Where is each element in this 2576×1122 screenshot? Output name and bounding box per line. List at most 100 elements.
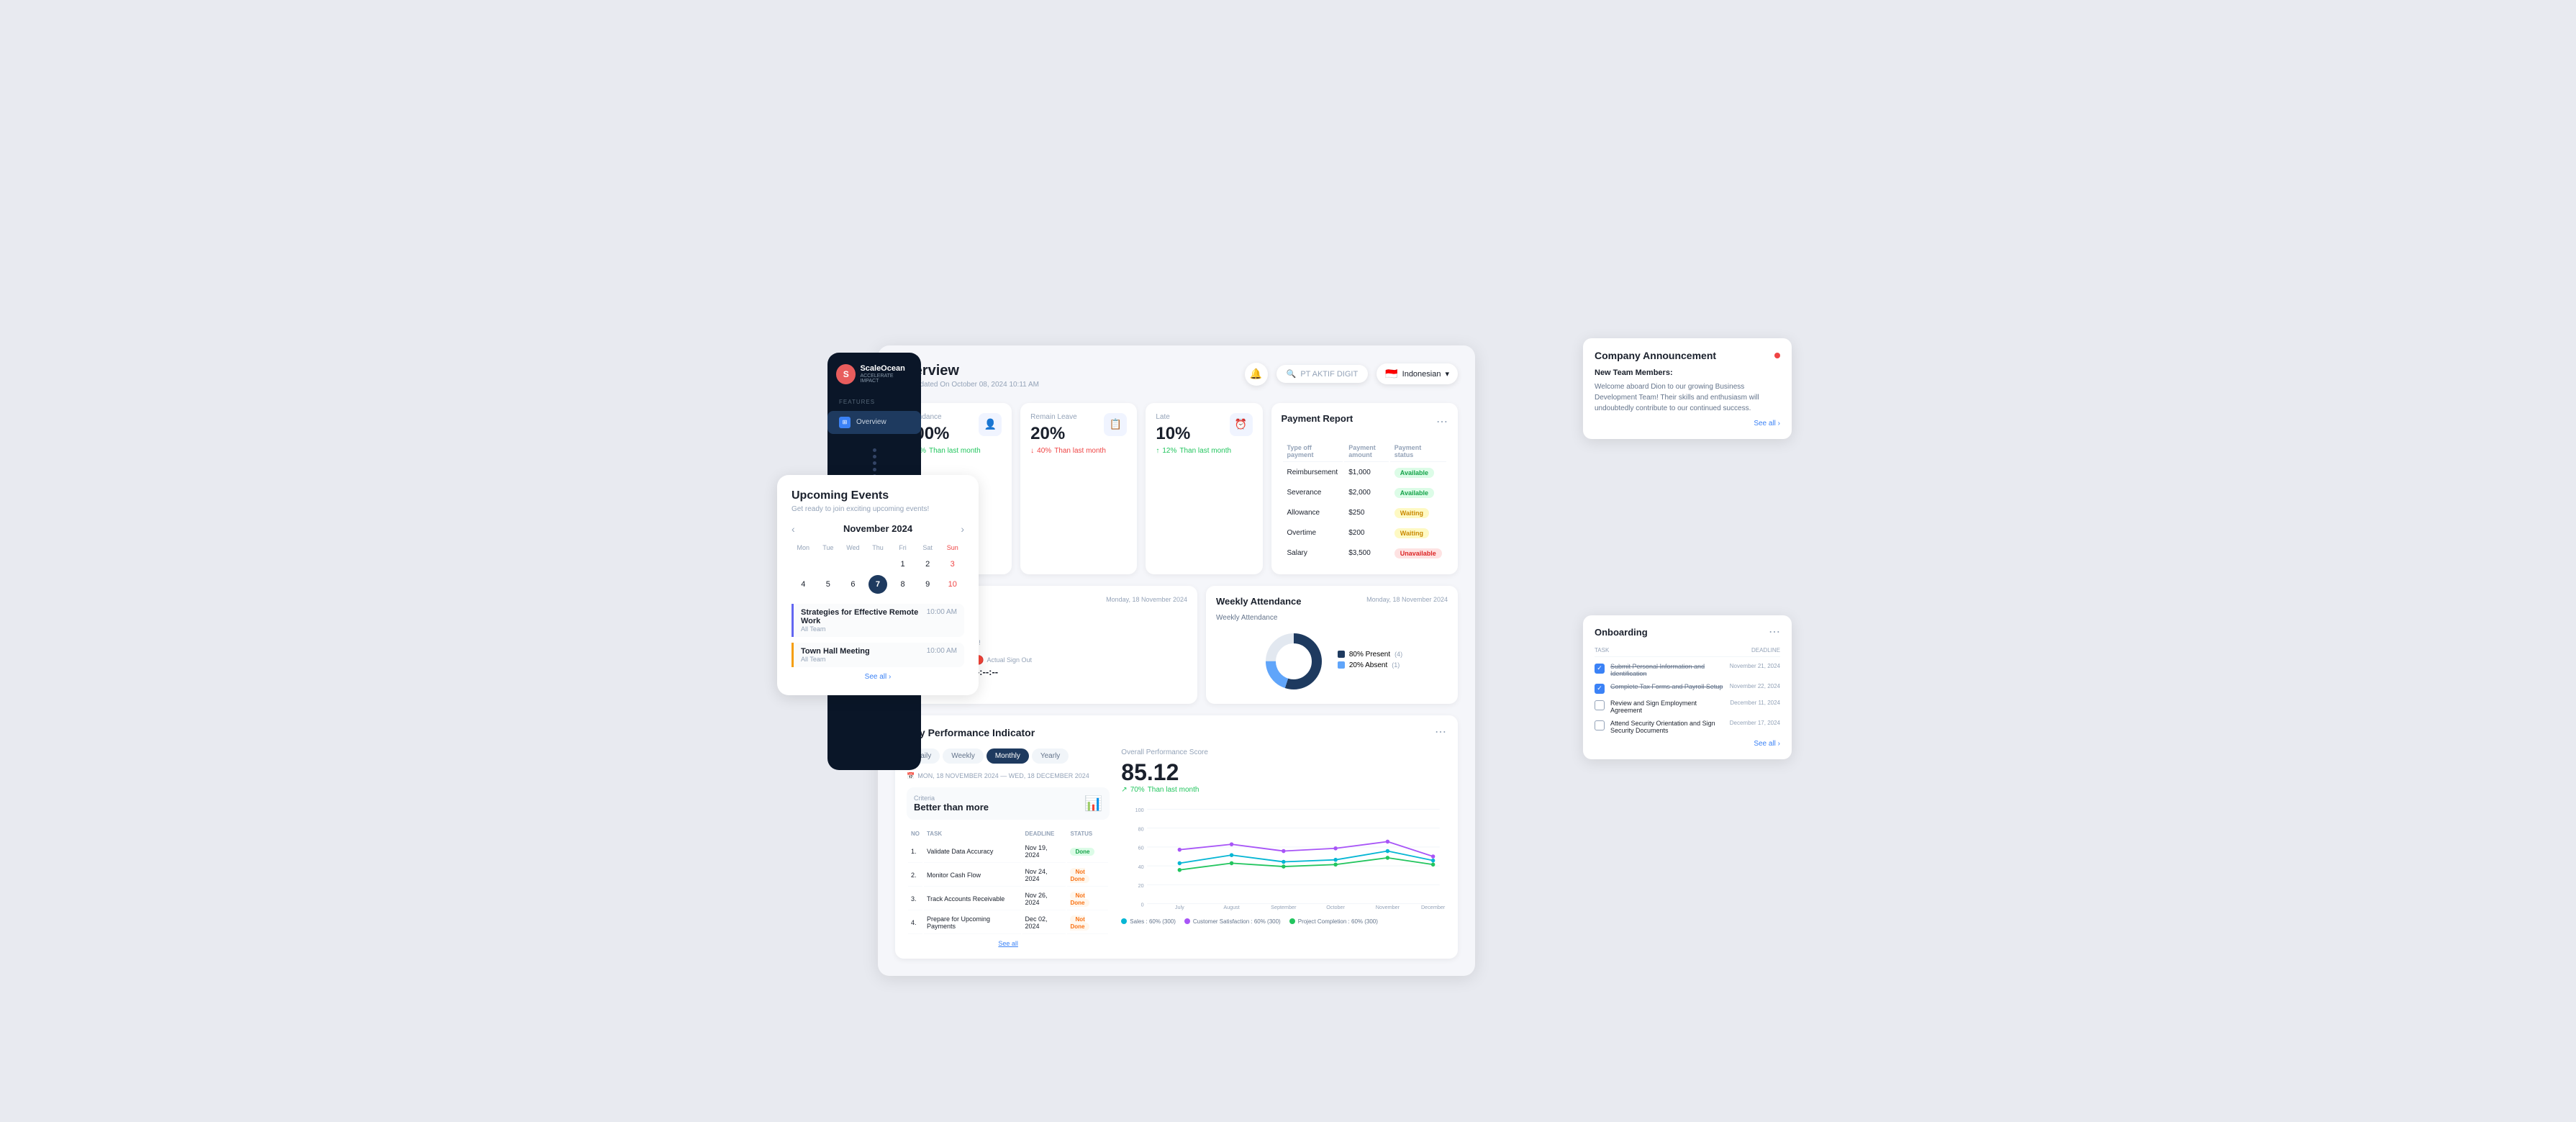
criteria-label: Criteria	[914, 795, 989, 802]
score-change: ↗ 70% Than last month	[1121, 786, 1446, 794]
tab-weekly[interactable]: Weekly	[943, 748, 984, 764]
payment-type: Allowance	[1283, 504, 1343, 522]
cal-day-1[interactable]: 1	[894, 555, 912, 574]
kpi-status: Not Done	[1067, 912, 1108, 934]
sidebar-dot-2	[873, 455, 876, 458]
onb-checkbox[interactable]: ✓	[1595, 684, 1605, 694]
late-value: 10%	[1156, 424, 1190, 444]
cal-day-3[interactable]: 3	[943, 555, 962, 574]
onb-checkbox[interactable]: ✓	[1595, 664, 1605, 674]
cal-day-7-today[interactable]: 7	[869, 575, 887, 594]
svg-text:August: August	[1224, 903, 1240, 910]
kpi-tasks-section: Daily Weekly Monthly Yearly 📅 MON, 18 NO…	[907, 748, 1110, 947]
weekly-attendance-card: Weekly Attendance Monday, 18 November 20…	[1206, 586, 1458, 704]
upcoming-title: Upcoming Events	[792, 489, 964, 502]
score-arrow: ↗	[1121, 786, 1127, 794]
ann-see-all[interactable]: See all ›	[1595, 420, 1780, 427]
language-selector[interactable]: 🇮🇩 Indonesian ▾	[1377, 363, 1458, 384]
sidebar-dot-3	[873, 461, 876, 465]
donut-container: 80% Present (4) 20% Absent (1)	[1216, 629, 1448, 694]
attendance-icon: 👤	[979, 413, 1002, 436]
cal-day-5[interactable]: 5	[819, 575, 838, 594]
kpi-date-range: 📅 MON, 18 NOVEMBER 2024 — WED, 18 DECEMB…	[907, 772, 1110, 780]
kpi-col-status: STATUS	[1067, 828, 1108, 839]
remain-leave-card: Remain Leave 20% 📋 ↓ 40% Than last month	[1020, 403, 1137, 574]
onb-checkbox[interactable]	[1595, 700, 1605, 710]
event-item-2: 10:00 AM Town Hall Meeting All Team	[792, 643, 964, 667]
logo: S ScaleOcean ACCELERATE IMPACT	[827, 364, 921, 384]
cal-day-8[interactable]: 8	[894, 575, 912, 594]
overview-icon: ⊞	[839, 417, 851, 428]
cal-day-4[interactable]: 4	[794, 575, 812, 594]
completion-dot	[1289, 918, 1295, 924]
cal-empty-3	[843, 555, 862, 574]
payment-type: Salary	[1283, 544, 1343, 563]
onb-checkbox[interactable]	[1595, 720, 1605, 730]
onb-task-deadline: December 11, 2024	[1730, 700, 1780, 706]
header-actions: 🔔 🔍 PT AKTIF DIGIT 🇮🇩 Indonesian ▾	[1245, 363, 1458, 386]
cal-prev[interactable]: ‹	[792, 523, 795, 535]
payment-col-type: Type off payment	[1283, 441, 1343, 462]
legend-satisfaction: Customer Satisfaction : 60% (300)	[1184, 918, 1281, 925]
remain-leave-change: ↓ 40% Than last month	[1030, 447, 1127, 455]
remain-leave-arrow: ↓	[1030, 447, 1034, 455]
cal-day-6[interactable]: 6	[843, 575, 862, 594]
sales-legend-text: Sales : 60% (300)	[1130, 918, 1176, 925]
payment-status: Waiting	[1390, 524, 1446, 543]
present-count: (4)	[1394, 651, 1402, 658]
payment-table-row: Severance $2,000 Available	[1283, 484, 1446, 502]
sidebar-dot-1	[873, 448, 876, 452]
onb-more-button[interactable]: ⋯	[1769, 627, 1780, 638]
payment-more-button[interactable]: ⋯	[1436, 417, 1448, 428]
sidebar-item-overview[interactable]: ⊞ Overview	[827, 411, 921, 434]
cal-day-9[interactable]: 9	[918, 575, 937, 594]
legend-sales: Sales : 60% (300)	[1121, 918, 1176, 925]
svg-text:60: 60	[1138, 844, 1144, 851]
kpi-header: Key Performance Indicator ⋯	[907, 727, 1446, 738]
donut-chart	[1261, 629, 1326, 694]
cal-day-10[interactable]: 10	[943, 575, 962, 594]
kpi-col-no: NO	[908, 828, 922, 839]
upcoming-see-all[interactable]: See all ›	[792, 673, 964, 681]
middle-row: Today Attendance Status Monday, 18 Novem…	[895, 586, 1458, 704]
ann-body: Welcome aboard Dion to our growing Busin…	[1595, 381, 1780, 414]
search-bar[interactable]: 🔍 PT AKTIF DIGIT	[1276, 365, 1369, 383]
onb-see-all[interactable]: See all ›	[1595, 740, 1780, 748]
calendar-icon: 📅	[907, 772, 915, 780]
sidebar-dot-4	[873, 468, 876, 471]
kpi-see-all[interactable]: See all	[907, 940, 1110, 947]
kpi-task-row: 4. Prepare for Upcoming Payments Dec 02,…	[908, 912, 1108, 934]
notification-bell[interactable]: 🔔	[1245, 363, 1268, 386]
tab-yearly[interactable]: Yearly	[1032, 748, 1069, 764]
absent-dot	[1338, 661, 1345, 669]
onb-task-deadline: December 17, 2024	[1730, 720, 1780, 726]
absent-legend: 20% Absent (1)	[1338, 661, 1402, 669]
cal-next[interactable]: ›	[961, 523, 964, 535]
svg-text:October: October	[1327, 903, 1346, 910]
weekly-header: Weekly Attendance Monday, 18 November 20…	[1216, 596, 1448, 607]
sales-dot	[1121, 918, 1127, 924]
payment-status: Unavailable	[1390, 544, 1446, 563]
chevron-down-icon: ▾	[1445, 369, 1449, 379]
kpi-task-name: Validate Data Accuracy	[924, 841, 1021, 863]
donut-legend: 80% Present (4) 20% Absent (1)	[1338, 651, 1402, 672]
satisfaction-legend-text: Customer Satisfaction : 60% (300)	[1193, 918, 1281, 925]
cal-wed: Wed	[841, 542, 865, 553]
kpi-more-button[interactable]: ⋯	[1435, 727, 1446, 738]
svg-text:100: 100	[1135, 806, 1144, 813]
onb-task-name: Complete Tax Forms and Payroll Setup	[1610, 683, 1724, 690]
late-icon: ⏰	[1230, 413, 1253, 436]
tab-monthly[interactable]: Monthly	[987, 748, 1029, 764]
event-1-time: 10:00 AM	[927, 608, 957, 616]
onb-task-deadline: November 21, 2024	[1730, 663, 1780, 669]
cal-day-2[interactable]: 2	[918, 555, 937, 574]
payment-amount: $3,500	[1344, 544, 1389, 563]
onb-tasks-list: ✓ Submit Personal Information and Identi…	[1595, 663, 1780, 734]
payment-table: Type off payment Payment amount Payment …	[1282, 440, 1448, 564]
remain-leave-label: Remain Leave	[1030, 413, 1076, 421]
payment-status: Waiting	[1390, 504, 1446, 522]
legend-completion: Project Completion : 60% (300)	[1289, 918, 1378, 925]
today-date: Monday, 18 November 2024	[1106, 596, 1187, 603]
completion-legend-text: Project Completion : 60% (300)	[1298, 918, 1378, 925]
payment-table-row: Allowance $250 Waiting	[1283, 504, 1446, 522]
